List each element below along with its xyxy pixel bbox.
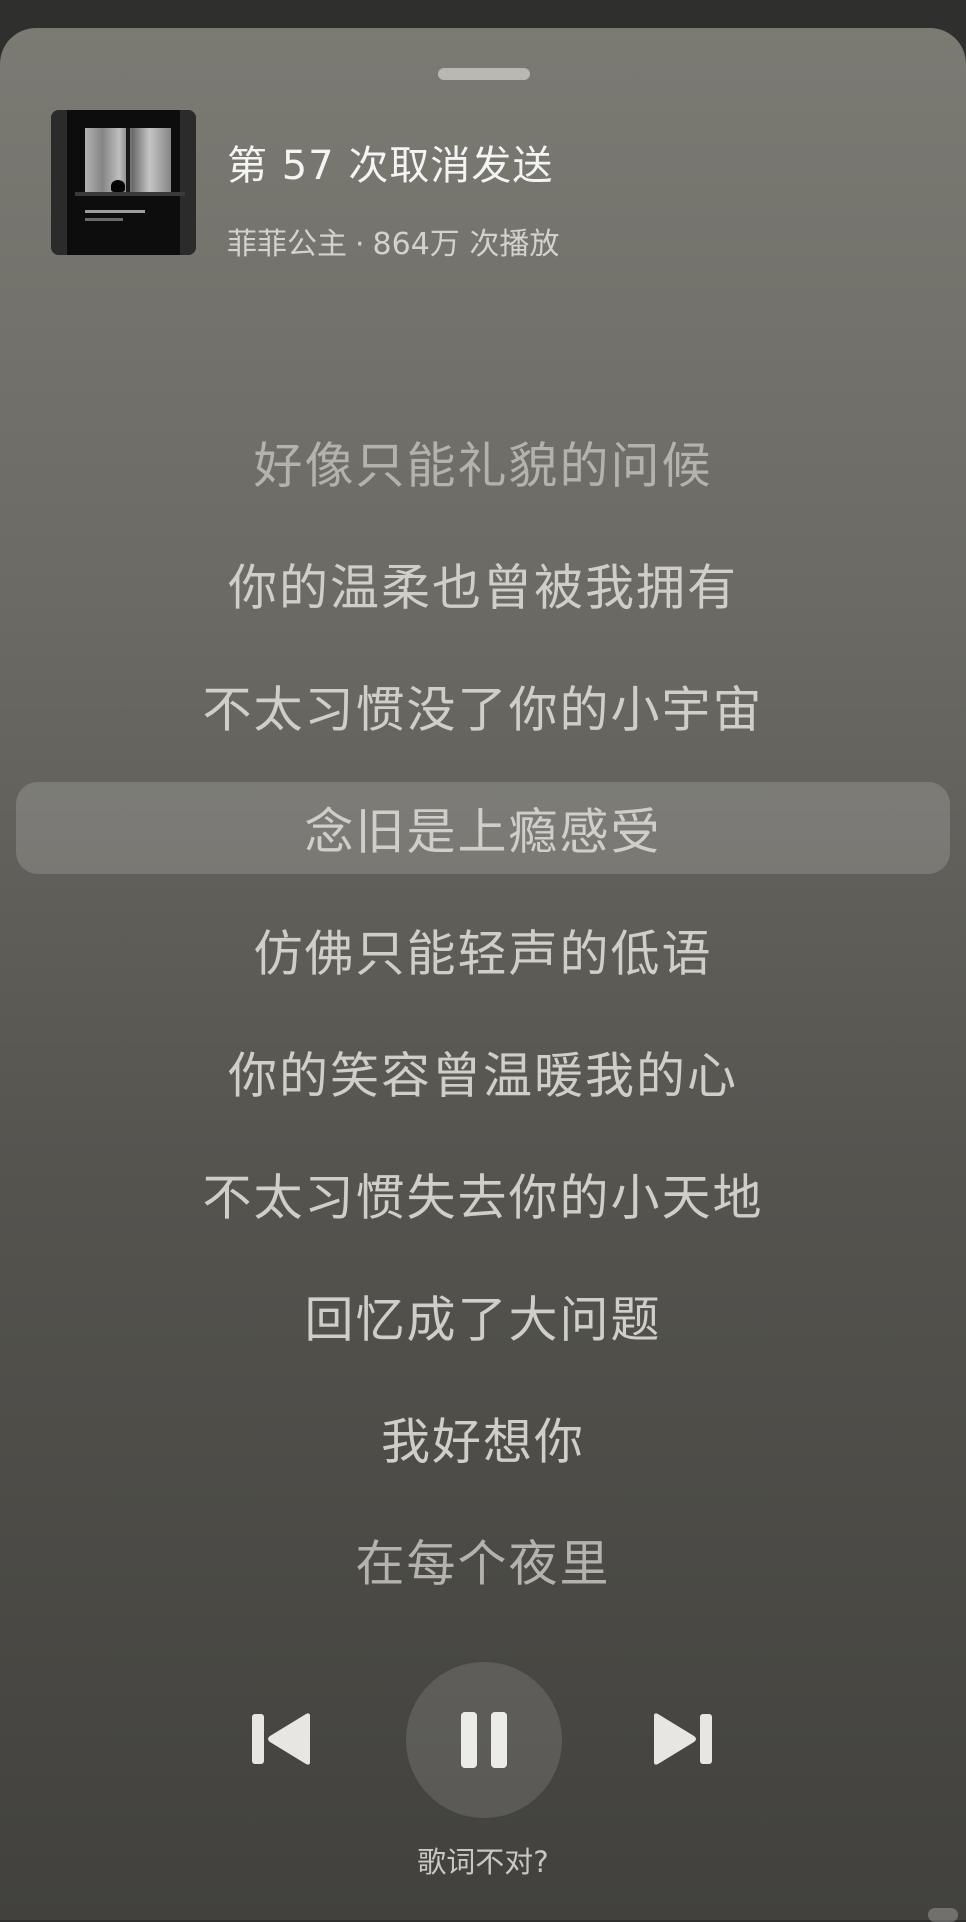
lyric-line[interactable]: 不太习惯没了你的小宇宙 (0, 671, 966, 742)
report-lyrics-link[interactable]: 歌词不对? (0, 1839, 966, 1881)
skip-previous-icon (252, 1713, 310, 1765)
lyric-line[interactable]: 你的笑容曾温暖我的心 (0, 1037, 966, 1108)
skip-next-icon (654, 1713, 712, 1765)
lyric-line[interactable]: 好像只能礼貌的问候 (0, 427, 966, 498)
lyric-line-active[interactable]: 念旧是上瘾感受 (0, 793, 966, 864)
separator-dot: · (355, 227, 365, 262)
lyric-line[interactable]: 你的温柔也曾被我拥有 (0, 549, 966, 620)
lyrics-sheet: 第 57 次取消发送 菲菲公主 · 864万 次播放 好像只能礼貌的问候 你的温柔也… (0, 28, 966, 1920)
next-button[interactable] (652, 1712, 714, 1766)
sheet-grabber-handle[interactable] (438, 68, 530, 80)
lyric-line[interactable]: 在每个夜里 (0, 1525, 966, 1596)
lyric-line[interactable]: 仿佛只能轻声的低语 (0, 915, 966, 986)
song-header: 第 57 次取消发送 菲菲公主 · 864万 次播放 (51, 110, 911, 262)
lyric-line[interactable]: 回忆成了大问题 (0, 1281, 966, 1352)
play-pause-button[interactable] (406, 1662, 562, 1818)
previous-button[interactable] (250, 1712, 312, 1766)
artist-name[interactable]: 菲菲公主 (227, 227, 347, 262)
play-count: 864万 次播放 (372, 227, 560, 262)
lyric-line[interactable]: 不太习惯失去你的小天地 (0, 1159, 966, 1230)
lyric-line[interactable]: 我好想你 (0, 1403, 966, 1474)
album-cover[interactable] (51, 110, 196, 255)
song-title: 第 57 次取消发送 (227, 143, 554, 189)
song-subtitle: 菲菲公主 · 864万 次播放 (227, 219, 559, 263)
